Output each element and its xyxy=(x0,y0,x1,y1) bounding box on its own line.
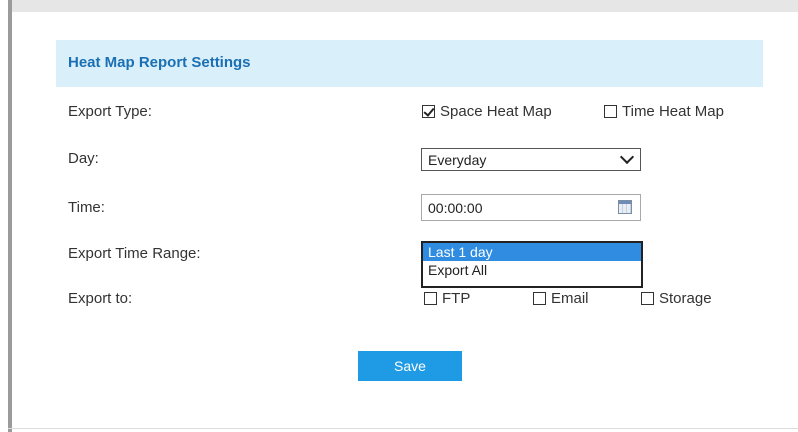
export-to-label: Export to: xyxy=(68,290,133,307)
list-option-export-all[interactable]: Export All xyxy=(423,261,641,279)
left-border xyxy=(8,0,12,432)
save-button[interactable]: Save xyxy=(358,351,462,381)
space-heat-map-label: Space Heat Map xyxy=(440,103,552,120)
ftp-checkbox[interactable] xyxy=(424,292,437,305)
storage-option[interactable]: Storage xyxy=(641,290,712,307)
panel-title: Heat Map Report Settings xyxy=(68,54,251,71)
settings-page: Heat Map Report Settings Export Type: Sp… xyxy=(0,0,798,432)
time-heat-map-option[interactable]: Time Heat Map xyxy=(604,103,724,120)
time-heat-map-checkbox[interactable] xyxy=(604,105,617,118)
space-heat-map-checkbox[interactable] xyxy=(422,105,435,118)
chevron-down-icon xyxy=(619,149,635,165)
email-option[interactable]: Email xyxy=(533,290,589,307)
storage-checkbox[interactable] xyxy=(641,292,654,305)
export-time-range-label: Export Time Range: xyxy=(68,245,201,262)
list-option-last-1-day[interactable]: Last 1 day xyxy=(423,243,641,261)
panel-header: Heat Map Report Settings xyxy=(56,40,763,87)
storage-label: Storage xyxy=(659,290,712,307)
export-time-range-listbox[interactable]: Last 1 day Export All xyxy=(421,241,643,288)
top-bar xyxy=(8,0,798,12)
time-input-value: 00:00:00 xyxy=(428,200,483,216)
ftp-label: FTP xyxy=(442,290,471,307)
space-heat-map-option[interactable]: Space Heat Map xyxy=(422,103,552,120)
export-type-label: Export Type: xyxy=(68,103,152,120)
email-checkbox[interactable] xyxy=(533,292,546,305)
time-label: Time: xyxy=(68,199,105,216)
calendar-icon[interactable] xyxy=(618,200,632,214)
day-label: Day: xyxy=(68,150,99,167)
bottom-border xyxy=(8,428,798,429)
day-select[interactable]: Everyday xyxy=(421,148,641,171)
email-label: Email xyxy=(551,290,589,307)
time-input[interactable]: 00:00:00 xyxy=(421,194,641,221)
time-heat-map-label: Time Heat Map xyxy=(622,103,724,120)
day-select-value: Everyday xyxy=(428,152,487,168)
ftp-option[interactable]: FTP xyxy=(424,290,470,307)
